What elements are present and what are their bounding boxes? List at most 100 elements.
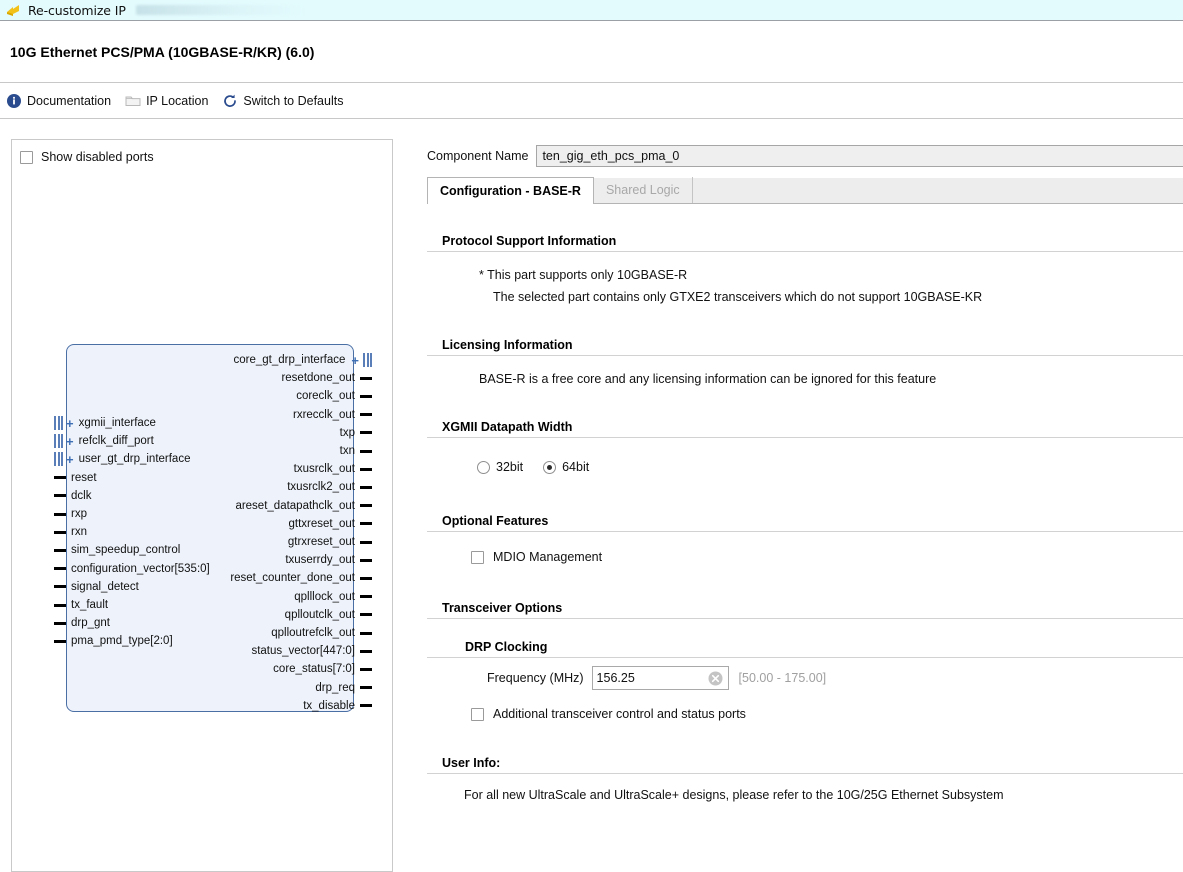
frequency-label: Frequency (MHz) <box>487 671 584 685</box>
component-name-input[interactable] <box>536 145 1183 167</box>
port-right-areset_datapathclk_out: areset_datapathclk_out <box>235 497 372 515</box>
port-label: reset_counter_done_out <box>230 572 355 585</box>
port-right-txp: txp <box>340 424 372 442</box>
user-info-line-1: For all new UltraScale and UltraScale+ d… <box>464 788 1004 802</box>
additional-transceiver-ports-checkbox[interactable] <box>471 707 484 721</box>
port-label: gttxreset_out <box>288 517 355 530</box>
port-right-qplloutclk_out: qplloutclk_out <box>285 606 372 624</box>
port-right-txusrclk_out: txusrclk_out <box>294 460 372 478</box>
toolbar: Documentation IP Location Switch to Defa… <box>0 83 1183 119</box>
licensing-line-1: BASE-R is a free core and any licensing … <box>479 372 937 386</box>
pin-connector-icon <box>360 686 372 690</box>
port-label: txn <box>339 445 355 457</box>
page-title: 10G Ethernet PCS/PMA (10GBASE-R/KR) (6.0… <box>10 43 315 60</box>
mdio-management-checkbox[interactable] <box>471 550 484 564</box>
pin-connector-icon <box>360 413 372 417</box>
folder-icon <box>125 93 141 109</box>
port-right-qplloutrefclk_out: qplloutrefclk_out <box>271 624 372 642</box>
pin-connector-icon <box>360 667 372 671</box>
pin-connector-icon <box>360 376 372 380</box>
expand-plus-icon[interactable]: + <box>351 354 359 367</box>
pin-connector-icon <box>360 704 372 708</box>
xgmii-datapath-width-heading: XGMII Datapath Width <box>427 420 1183 438</box>
port-label: areset_datapathclk_out <box>235 499 355 512</box>
port-right-core_gt_drp_interface[interactable]: core_gt_drp_interface + <box>234 351 372 369</box>
port-label: qplloutrefclk_out <box>271 627 355 639</box>
pin-connector-icon <box>360 631 372 635</box>
port-label: status_vector[447:0] <box>251 645 355 658</box>
info-icon <box>6 93 22 109</box>
radio-32bit-label: 32bit <box>496 460 524 474</box>
port-label: core_gt_drp_interface <box>233 354 346 366</box>
pin-connector-icon <box>360 576 372 580</box>
titlebar-decoration <box>135 5 306 15</box>
port-label: qplllock_out <box>294 590 355 603</box>
component-name-row: Component Name <box>427 145 1183 167</box>
clear-icon[interactable] <box>708 671 723 686</box>
additional-transceiver-ports-row[interactable]: Additional transceiver control and statu… <box>427 703 1183 725</box>
pin-connector-icon <box>360 431 372 435</box>
ip-location-button[interactable]: IP Location <box>125 93 208 109</box>
port-right-txuserrdy_out: txuserrdy_out <box>285 551 372 569</box>
port-right-rxrecclk_out: rxrecclk_out <box>293 406 372 424</box>
mdio-management-row[interactable]: MDIO Management <box>427 546 1183 568</box>
frequency-range-hint: [50.00 - 175.00] <box>738 671 827 685</box>
port-right-reset_counter_done_out: reset_counter_done_out <box>230 569 372 587</box>
port-right-gttxreset_out: gttxreset_out <box>289 515 372 533</box>
tab-configuration-base-r[interactable]: Configuration - BASE-R <box>427 177 594 204</box>
radio-64bit-label: 64bit <box>562 460 590 474</box>
port-right-gtrxreset_out: gtrxreset_out <box>288 533 372 551</box>
bus-connector-icon <box>363 353 372 367</box>
ip-block-diagram: + xgmii_interface + refclk_diff_port + user_g… <box>48 340 378 715</box>
port-label: coreclk_out <box>296 390 355 403</box>
pin-connector-icon <box>360 522 372 526</box>
radio-64bit[interactable] <box>543 460 557 474</box>
show-disabled-ports-label: Show disabled ports <box>41 150 154 164</box>
header-bar: 10G Ethernet PCS/PMA (10GBASE-R/KR) (6.0… <box>0 21 1183 83</box>
protocol-support-line-2: The selected part contains only GTXE2 tr… <box>493 290 983 304</box>
radio-32bit[interactable] <box>477 460 490 474</box>
component-name-label: Component Name <box>427 149 529 163</box>
port-label: drp_req <box>315 681 355 694</box>
pin-connector-icon <box>360 467 372 471</box>
tab-shared-logic[interactable]: Shared Logic <box>594 177 693 203</box>
port-right-txusrclk2_out: txusrclk2_out <box>287 478 372 496</box>
additional-transceiver-ports-label: Additional transceiver control and statu… <box>493 707 746 721</box>
ip-location-label: IP Location <box>146 93 209 108</box>
window-title: Re-customize IP <box>28 2 126 18</box>
pin-connector-icon <box>360 449 372 453</box>
port-label: txp <box>339 426 355 439</box>
optional-features-heading: Optional Features <box>427 514 1183 532</box>
pin-connector-icon <box>360 649 372 653</box>
documentation-button[interactable]: Documentation <box>6 93 111 109</box>
port-right-drp_req: drp_req <box>315 679 372 697</box>
pin-connector-icon <box>360 558 372 562</box>
pin-connector-icon <box>360 540 372 544</box>
port-right-status_vector4470: status_vector[447:0] <box>251 642 372 660</box>
switch-to-defaults-button[interactable]: Switch to Defaults <box>222 93 343 109</box>
frequency-field[interactable] <box>591 666 729 690</box>
port-label: gtrxreset_out <box>287 536 355 548</box>
show-disabled-ports-row[interactable]: Show disabled ports <box>12 140 392 164</box>
frequency-input[interactable] <box>592 668 706 688</box>
port-right-qplllock_out: qplllock_out <box>294 588 372 606</box>
switch-to-defaults-label: Switch to Defaults <box>243 93 344 108</box>
right-port-list: core_gt_drp_interface + resetdone_out corec… <box>48 340 378 715</box>
show-disabled-ports-checkbox[interactable] <box>20 150 33 164</box>
window-titlebar: Re-customize IP <box>0 0 1183 21</box>
licensing-heading: Licensing Information <box>427 338 1183 356</box>
port-label: core_status[7:0] <box>273 663 355 676</box>
pin-connector-icon <box>360 613 372 617</box>
